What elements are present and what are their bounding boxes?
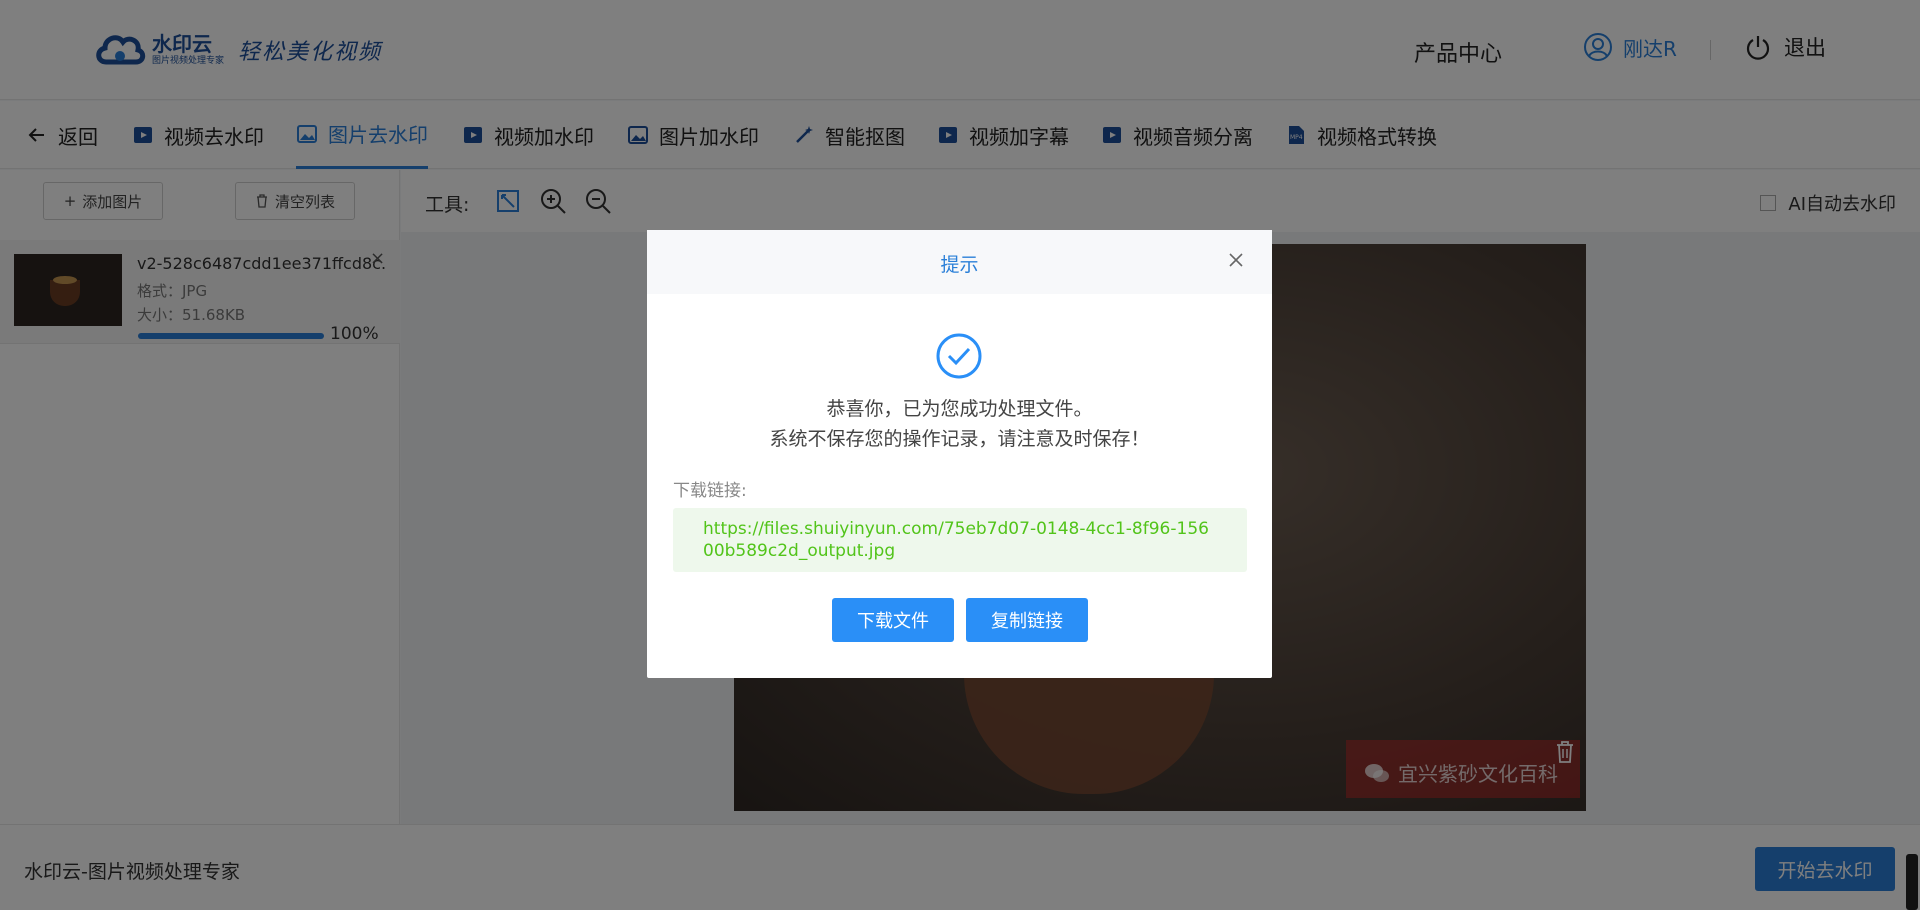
success-message: 恭喜你，已为您成功处理文件。: [826, 398, 1093, 420]
success-dialog: 提示 恭喜你，已为您成功处理文件。 系统不保存您的操作记录，请注意及时保存！ 下…: [647, 230, 1272, 678]
download-link[interactable]: https://files.shuiyinyun.com/75eb7d07-01…: [673, 508, 1247, 572]
success-check-icon: [936, 333, 982, 379]
close-icon[interactable]: [1226, 250, 1246, 270]
save-reminder-message: 系统不保存您的操作记录，请注意及时保存！: [769, 428, 1150, 450]
dialog-header: 提示: [647, 230, 1272, 294]
copy-link-button[interactable]: 复制链接: [966, 598, 1088, 642]
download-file-button[interactable]: 下载文件: [832, 598, 954, 642]
download-link-label: 下载链接:: [673, 481, 747, 501]
dialog-title: 提示: [940, 254, 979, 276]
